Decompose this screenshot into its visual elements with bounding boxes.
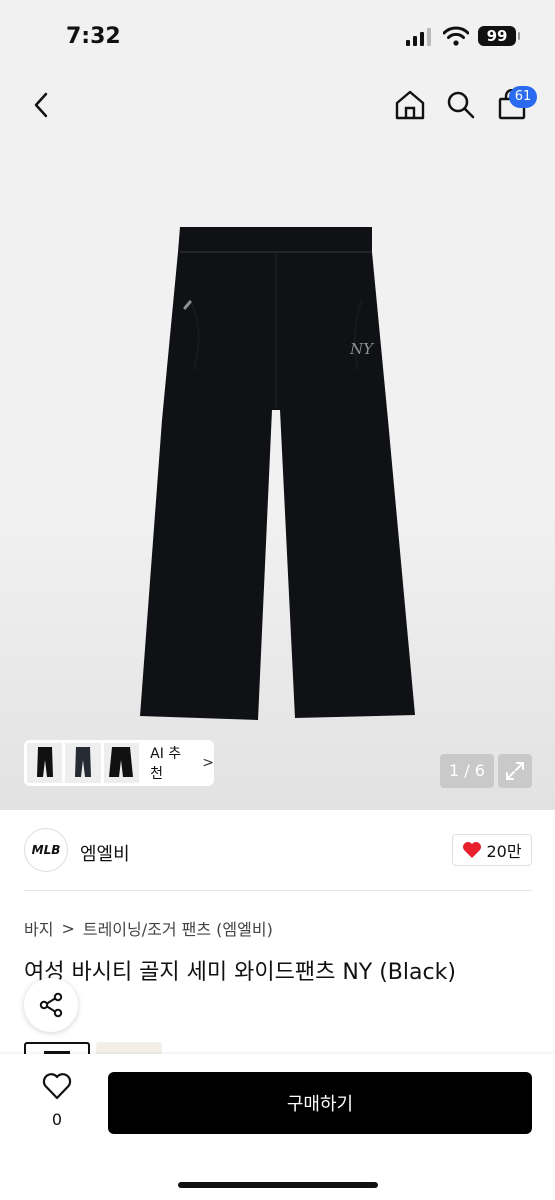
breadcrumb: 바지 > 트레이닝/조거 팬츠 (엠엘비) [24, 916, 273, 940]
svg-text:NY: NY [349, 340, 375, 358]
top-navigation [0, 70, 555, 140]
search-button[interactable] [438, 70, 484, 140]
color-swatch-ivory[interactable] [96, 1042, 162, 1054]
brand-like-count: 20만 [486, 842, 522, 861]
brand-row: MLB 엠엘비 20만 [24, 826, 532, 876]
ai-recommendation-label: AI 추천 [150, 746, 182, 782]
home-icon [395, 90, 425, 120]
color-swatch-black[interactable] [24, 1042, 90, 1054]
recommendation-thumbnail[interactable] [27, 743, 63, 783]
buy-button[interactable]: 구매하기 [108, 1072, 532, 1134]
recommendation-thumbnail[interactable] [103, 743, 140, 783]
brand-like-button[interactable]: 20만 [452, 834, 532, 866]
share-icon [39, 992, 63, 1018]
home-button[interactable] [387, 70, 433, 140]
back-button[interactable] [18, 70, 64, 140]
heart-filled-icon [463, 842, 482, 858]
status-time: 7:32 [66, 24, 121, 49]
recommendation-thumbnail[interactable] [65, 743, 101, 783]
brand-logo[interactable]: MLB [24, 828, 68, 872]
wishlist-count: 0 [51, 1110, 63, 1129]
breadcrumb-subcategory[interactable]: 트레이닝/조거 팬츠 (엠엘비) [83, 916, 273, 940]
expand-image-button[interactable] [498, 754, 532, 788]
battery-icon: 99 [478, 26, 520, 46]
wishlist-button[interactable]: 0 [36, 1072, 78, 1132]
ai-recommendation-strip[interactable]: AI 추천 > [24, 740, 214, 786]
bottom-action-bar: 0 구매하기 [0, 1054, 555, 1200]
share-button[interactable] [24, 978, 78, 1032]
image-counter: 1 / 6 [440, 754, 494, 788]
wifi-icon [443, 26, 469, 46]
cellular-signal-icon [406, 28, 431, 46]
brand-name[interactable]: 엠엘비 [80, 840, 130, 866]
chevron-right-icon: > [202, 755, 215, 771]
product-image-gallery[interactable]: NY AI 추천 > 1 / 6 [0, 140, 555, 810]
product-image: NY [140, 227, 415, 720]
expand-icon [506, 762, 524, 780]
chevron-left-icon [34, 92, 48, 118]
search-icon [447, 91, 475, 119]
breadcrumb-category[interactable]: 바지 [24, 916, 53, 940]
status-bar: 7:32 99 [0, 0, 555, 70]
home-indicator [178, 1182, 378, 1188]
product-title: 여성 바시티 골지 세미 와이드팬츠 NY (Black) [24, 960, 456, 985]
cart-count-badge: 61 [509, 86, 537, 108]
heart-outline-icon [42, 1073, 72, 1100]
breadcrumb-separator: > [61, 918, 75, 938]
divider [24, 890, 532, 891]
